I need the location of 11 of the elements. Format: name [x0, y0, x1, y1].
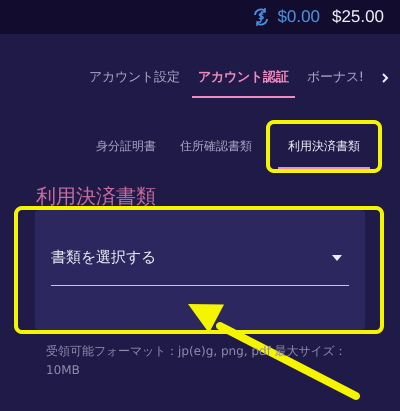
document-select[interactable]: 書類を選択する [51, 248, 349, 286]
document-tab[interactable]: 利用決済書類 [278, 124, 370, 169]
document-tab[interactable]: 身分証明書 [86, 120, 166, 173]
balance-amount: $0.00 [277, 7, 320, 27]
account-tab[interactable]: ボーナス! [300, 60, 370, 98]
section-title: 利用決済書類 [35, 183, 157, 210]
account-tab[interactable]: アカウント認証 [192, 60, 295, 98]
account-tab[interactable]: アカウント設定 [82, 60, 186, 98]
balance-amount: $25.00 [332, 7, 384, 27]
document-tab[interactable]: 住所確認書類 [170, 120, 262, 173]
caret-icon [331, 254, 343, 262]
